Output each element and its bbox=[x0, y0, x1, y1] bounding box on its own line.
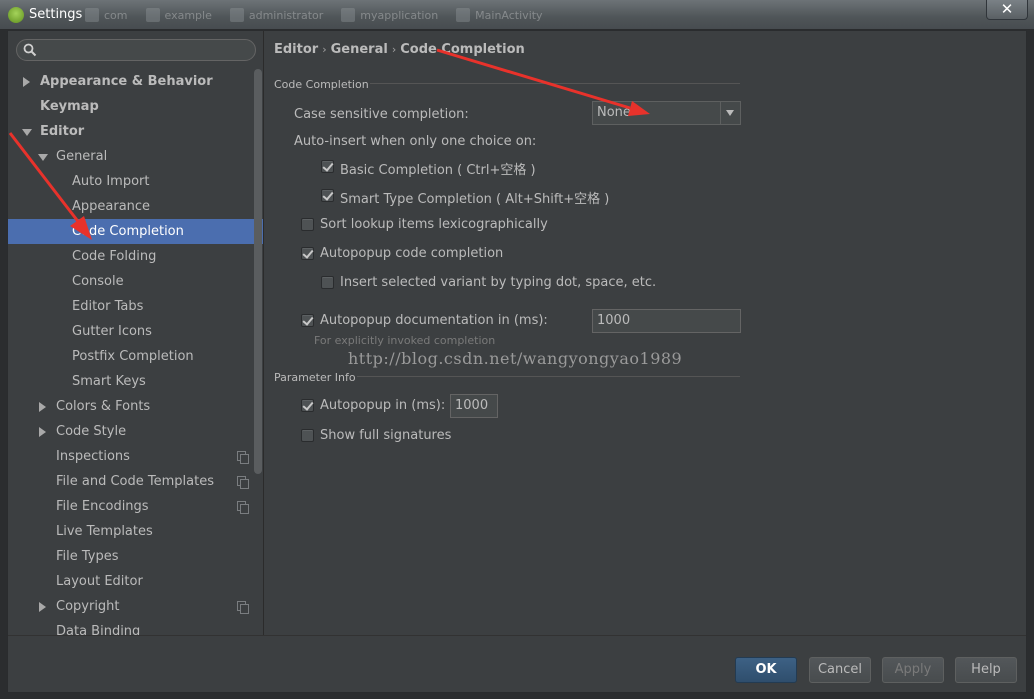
background-tab: example bbox=[145, 5, 212, 25]
tree-item-code-completion[interactable]: Code Completion bbox=[8, 219, 263, 244]
folder-icon bbox=[145, 8, 160, 22]
folder-icon bbox=[85, 8, 99, 22]
tree-item-appearance[interactable]: Appearance bbox=[8, 194, 263, 219]
case-sensitive-dropdown[interactable]: None bbox=[592, 101, 741, 125]
apply-button[interactable]: Apply bbox=[882, 657, 944, 683]
title-bar: Settings com example administrator myapp… bbox=[0, 0, 1034, 30]
project-settings-icon bbox=[237, 601, 249, 614]
autopopup-doc-delay-input[interactable]: 1000 bbox=[592, 309, 741, 333]
project-settings-icon bbox=[237, 451, 249, 464]
autopopup-doc-checkbox[interactable] bbox=[301, 314, 314, 327]
show-full-signatures-checkbox[interactable] bbox=[301, 429, 314, 442]
background-tabs: com example administrator myapplication … bbox=[85, 5, 543, 25]
sort-lookup-checkbox[interactable] bbox=[301, 218, 314, 231]
watermark: http://blog.csdn.net/wangyongyao1989 bbox=[348, 349, 683, 368]
tree-item-postfix-completion[interactable]: Postfix Completion bbox=[8, 344, 263, 369]
settings-sidebar: Appearance & Behavior Keymap Editor Gene… bbox=[8, 31, 264, 635]
background-tab: myapplication bbox=[341, 5, 438, 25]
case-sensitive-label: Case sensitive completion: bbox=[294, 107, 469, 122]
settings-dialog: Appearance & Behavior Keymap Editor Gene… bbox=[7, 30, 1027, 693]
section-divider bbox=[357, 376, 740, 377]
basic-completion-label[interactable]: Basic Completion ( Ctrl+空格 ) bbox=[340, 159, 536, 178]
breadcrumb-item: Code Completion bbox=[400, 42, 525, 57]
tree-item-code-style[interactable]: Code Style bbox=[8, 419, 263, 444]
smart-type-completion-checkbox[interactable] bbox=[321, 189, 334, 202]
auto-insert-label: Auto-insert when only one choice on: bbox=[294, 134, 537, 149]
settings-tree: Appearance & Behavior Keymap Editor Gene… bbox=[8, 69, 263, 635]
tree-item-keymap[interactable]: Keymap bbox=[8, 94, 263, 119]
tree-item-appearance-behavior[interactable]: Appearance & Behavior bbox=[8, 69, 263, 94]
tree-item-data-binding[interactable]: Data Binding bbox=[8, 619, 263, 635]
basic-completion-checkbox[interactable] bbox=[321, 160, 334, 173]
section-title-parameter-info: Parameter Info bbox=[274, 371, 356, 384]
android-studio-icon bbox=[8, 7, 24, 23]
expand-arrow-icon[interactable] bbox=[22, 69, 32, 94]
sort-lookup-label[interactable]: Sort lookup items lexicographically bbox=[320, 217, 548, 232]
parameter-autopopup-delay-input[interactable]: 1000 bbox=[450, 394, 498, 418]
tree-item-code-folding[interactable]: Code Folding bbox=[8, 244, 263, 269]
tree-item-live-templates[interactable]: Live Templates bbox=[8, 519, 263, 544]
insert-selected-label[interactable]: Insert selected variant by typing dot, s… bbox=[340, 275, 656, 290]
tree-item-general[interactable]: General bbox=[8, 144, 263, 169]
insert-selected-checkbox[interactable] bbox=[321, 276, 334, 289]
tree-item-console[interactable]: Console bbox=[8, 269, 263, 294]
autopopup-doc-label[interactable]: Autopopup documentation in (ms): bbox=[320, 313, 548, 328]
tree-item-file-encodings[interactable]: File Encodings bbox=[8, 494, 263, 519]
breadcrumb-separator: › bbox=[322, 43, 327, 56]
breadcrumb-item: General bbox=[330, 42, 388, 57]
smart-type-completion-label[interactable]: Smart Type Completion ( Alt+Shift+空格 ) bbox=[340, 188, 609, 207]
sidebar-scrollbar[interactable] bbox=[254, 69, 262, 474]
folder-icon bbox=[341, 8, 356, 22]
search-icon bbox=[23, 43, 37, 57]
tree-item-inspections[interactable]: Inspections bbox=[8, 444, 263, 469]
help-button[interactable]: Help bbox=[955, 657, 1017, 683]
tree-item-copyright[interactable]: Copyright bbox=[8, 594, 263, 619]
parameter-autopopup-label[interactable]: Autopopup in (ms): bbox=[320, 398, 445, 413]
section-title-code-completion: Code Completion bbox=[274, 78, 369, 91]
chevron-down-icon[interactable] bbox=[720, 102, 740, 124]
background-tab: com bbox=[85, 5, 128, 25]
background-tab: administrator bbox=[229, 5, 323, 25]
tree-item-editor-tabs[interactable]: Editor Tabs bbox=[8, 294, 263, 319]
breadcrumb: Editor › General › Code Completion bbox=[274, 42, 525, 57]
class-icon bbox=[456, 8, 471, 22]
window-title: Settings bbox=[29, 7, 83, 22]
ok-button[interactable]: OK bbox=[735, 657, 797, 683]
tree-item-auto-import[interactable]: Auto Import bbox=[8, 169, 263, 194]
collapse-arrow-icon[interactable] bbox=[38, 144, 48, 169]
autopopup-doc-hint: For explicitly invoked completion bbox=[314, 334, 496, 347]
breadcrumb-separator: › bbox=[391, 43, 397, 56]
tree-item-file-types[interactable]: File Types bbox=[8, 544, 263, 569]
tree-item-layout-editor[interactable]: Layout Editor bbox=[8, 569, 263, 594]
settings-content: Editor › General › Code Completion Code Comp… bbox=[265, 31, 1026, 635]
project-settings-icon bbox=[237, 476, 249, 489]
case-sensitive-value: None bbox=[597, 105, 631, 120]
expand-arrow-icon[interactable] bbox=[38, 594, 48, 619]
folder-icon bbox=[229, 8, 244, 22]
autopopup-code-label[interactable]: Autopopup code completion bbox=[320, 246, 503, 261]
expand-arrow-icon[interactable] bbox=[38, 419, 48, 444]
cancel-button[interactable]: Cancel bbox=[809, 657, 871, 683]
tree-item-gutter-icons[interactable]: Gutter Icons bbox=[8, 319, 263, 344]
breadcrumb-item: Editor bbox=[274, 42, 319, 57]
search-input[interactable] bbox=[16, 39, 256, 61]
background-tab: MainActivity bbox=[456, 5, 543, 25]
tree-item-smart-keys[interactable]: Smart Keys bbox=[8, 369, 263, 394]
tree-item-file-code-templates[interactable]: File and Code Templates bbox=[8, 469, 263, 494]
autopopup-code-checkbox[interactable] bbox=[301, 247, 314, 260]
project-settings-icon bbox=[237, 501, 249, 514]
dialog-footer: OK Cancel Apply Help bbox=[8, 635, 1026, 692]
tree-item-editor[interactable]: Editor bbox=[8, 119, 263, 144]
close-button[interactable]: ✕ bbox=[986, 0, 1028, 20]
collapse-arrow-icon[interactable] bbox=[22, 119, 32, 144]
tree-item-colors-fonts[interactable]: Colors & Fonts bbox=[8, 394, 263, 419]
expand-arrow-icon[interactable] bbox=[38, 394, 48, 419]
show-full-signatures-label[interactable]: Show full signatures bbox=[320, 428, 451, 443]
section-divider bbox=[370, 83, 740, 84]
parameter-autopopup-checkbox[interactable] bbox=[301, 399, 314, 412]
